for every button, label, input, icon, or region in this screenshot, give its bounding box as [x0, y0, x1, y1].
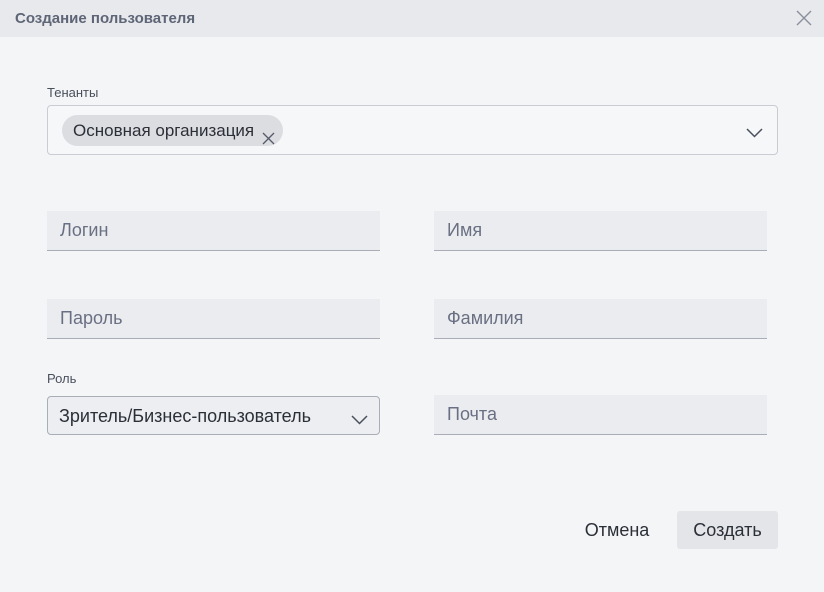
tenants-multiselect[interactable]: Основная организация [47, 105, 778, 155]
role-select[interactable]: Зритель/Бизнес-пользователь [47, 396, 380, 435]
chevron-down-icon [351, 412, 368, 425]
tenants-label: Тенанты [47, 85, 99, 100]
login-input[interactable] [47, 211, 380, 251]
dialog-title: Создание пользователя [15, 10, 196, 27]
tenant-chip-label: Основная организация [73, 121, 255, 140]
password-input[interactable] [47, 299, 380, 339]
first-name-input[interactable] [434, 211, 767, 251]
close-icon[interactable] [262, 124, 275, 145]
dialog-header: Создание пользователя [0, 0, 824, 37]
role-select-value: Зритель/Бизнес-пользователь [59, 406, 311, 426]
email-input[interactable] [434, 395, 767, 435]
create-button[interactable]: Создать [677, 511, 778, 549]
chevron-down-icon[interactable] [746, 125, 763, 138]
cancel-button[interactable]: Отмена [572, 511, 662, 549]
close-icon[interactable] [794, 8, 814, 28]
last-name-input[interactable] [434, 299, 767, 339]
role-label: Роль [47, 371, 77, 386]
tenant-chip: Основная организация [62, 115, 284, 146]
